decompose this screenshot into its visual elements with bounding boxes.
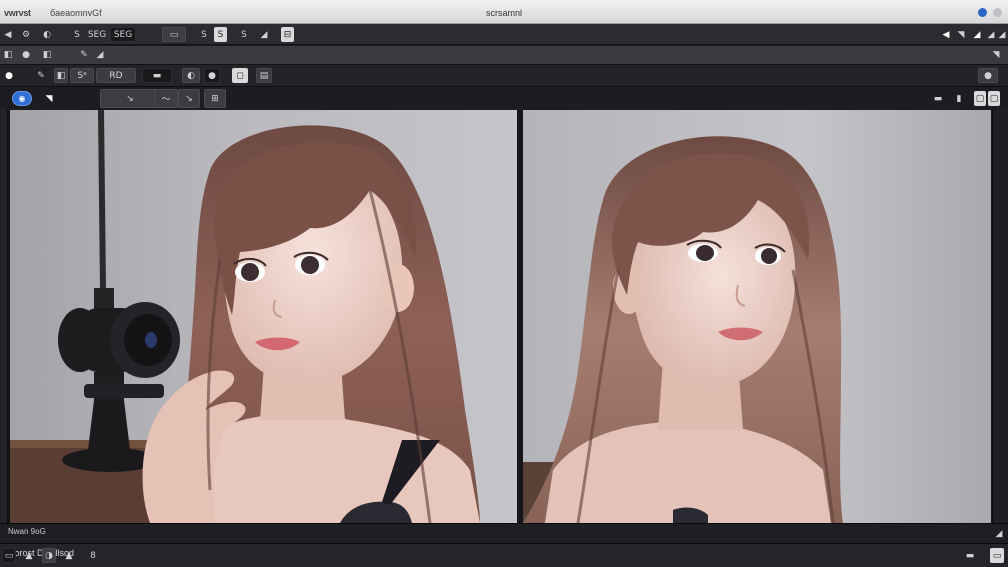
cursor-icon[interactable]: ◥ <box>44 91 54 106</box>
tool-s4-icon[interactable]: S <box>238 27 250 42</box>
window-control-icon[interactable] <box>978 8 987 17</box>
corner-icon[interactable]: ◥ <box>956 27 966 42</box>
fill-icon[interactable]: ● <box>204 68 220 83</box>
grid-icon[interactable]: ⊞ <box>204 89 226 108</box>
window-title: scrsamnl <box>486 8 523 18</box>
up-arrow-icon[interactable]: ▲ <box>24 548 34 563</box>
mode-button[interactable]: ▬ <box>142 68 172 83</box>
grid-button[interactable]: ⊟ <box>281 27 294 42</box>
layers-icon[interactable]: ◧ <box>2 47 14 62</box>
gear-icon[interactable]: ⚙ <box>20 27 32 42</box>
toggle-icon[interactable]: ◐ <box>182 68 200 83</box>
resize-icon[interactable]: ◢ <box>994 526 1004 541</box>
window-icon[interactable]: ▢ <box>974 91 986 106</box>
options-button[interactable]: ● <box>978 68 998 83</box>
tool-seg-button[interactable]: SEG <box>88 27 106 42</box>
bar-icon[interactable]: ▮ <box>954 91 964 106</box>
tool-settings-bar: ◥ ↘ 〜 ↘ ⊞ ▬ ▮ ▢ ▢ <box>0 86 1008 110</box>
sample-button[interactable]: Sᵃ <box>70 68 94 83</box>
arrow-icon[interactable]: ◢ <box>998 27 1006 42</box>
brush-icon[interactable]: ✎ <box>78 47 90 62</box>
panel-icon[interactable]: ◧ <box>54 68 68 83</box>
secondary-toolbar: ◧ ● ◧ ✎ ◢ ◥ <box>0 46 1008 64</box>
back-icon[interactable]: ◀ <box>2 27 14 42</box>
main-toolbar: ◀ ⚙ ◐ S SEG SEG ▭ S S S ◢ ⊟ ◀ ◥ ◢ ◢ ◢ <box>0 24 1008 45</box>
panel-toggle-icon[interactable]: ▭ <box>990 548 1004 563</box>
selection-tool-button[interactable]: ◉ <box>12 91 32 106</box>
frame-button[interactable]: ▭ <box>162 27 186 42</box>
window-control-icon[interactable] <box>993 8 1002 17</box>
collapse-icon[interactable]: ◥ <box>990 47 1002 62</box>
slash-icon[interactable]: ◢ <box>256 27 272 42</box>
edit-icon[interactable]: ✎ <box>34 68 48 83</box>
circle-icon[interactable]: ● <box>20 47 32 62</box>
wave-icon[interactable]: 〜 <box>154 89 178 108</box>
tool-seg-field[interactable]: SEG <box>110 27 136 42</box>
status-bar: Nwan 9oG ◢ <box>0 523 1008 543</box>
pen-icon[interactable]: ◢ <box>972 27 982 42</box>
image-icon[interactable]: ◧ <box>40 47 54 62</box>
lamp-pole <box>98 110 106 290</box>
title-bar: vwrvst бaeaomnvGf scrsamnl <box>0 0 1008 24</box>
half-circle-icon[interactable]: ◑ <box>42 548 56 563</box>
bottom-bar: Rorost Dntsllsod 8 ▭ ▲ ◑ ▲ ▬ ▭ <box>0 543 1008 567</box>
menu-name[interactable]: бaeaomnvGf <box>50 8 102 18</box>
contrast-icon[interactable]: ◐ <box>40 27 54 42</box>
document-mark: 8 <box>90 550 96 561</box>
options-toolbar: ● ✎ ◧ Sᵃ RD ▬ ◐ ● ◻ ▤ ● <box>0 64 1008 86</box>
portrait-image-left <box>10 110 480 523</box>
frame-icon[interactable]: ▭ <box>2 548 16 563</box>
size-field[interactable]: RD <box>96 68 136 83</box>
brush-preset-field[interactable]: ↘ <box>100 89 160 108</box>
right-scrollbar[interactable] <box>992 110 1008 523</box>
tool-s3-button[interactable]: S <box>214 27 227 42</box>
arrow-down-icon[interactable]: ↘ <box>178 89 200 108</box>
left-image-canvas[interactable] <box>10 110 517 523</box>
left-tool-strip[interactable] <box>0 110 8 523</box>
minimize-icon[interactable]: ▬ <box>930 91 946 106</box>
window-icon[interactable]: ▢ <box>988 91 1000 106</box>
arrow-icon[interactable]: ◢ <box>986 27 996 42</box>
minimize-bottom-icon[interactable]: ▬ <box>964 548 976 563</box>
portrait-image-right <box>523 136 843 523</box>
record-icon[interactable]: ● <box>2 68 16 83</box>
tool-s2-icon[interactable]: S <box>198 27 210 42</box>
back-arrow-icon[interactable]: ◀ <box>940 27 952 42</box>
list-button[interactable]: ▤ <box>256 68 272 83</box>
play-icon[interactable]: ▲ <box>64 548 74 563</box>
square-button[interactable]: ◻ <box>232 68 248 83</box>
status-label: Nwan 9oG <box>8 527 46 536</box>
tool-s-icon[interactable]: S <box>70 27 84 42</box>
app-name: vwrvst <box>4 8 31 18</box>
right-image-canvas[interactable] <box>523 110 991 523</box>
slash-icon[interactable]: ◢ <box>94 47 106 62</box>
